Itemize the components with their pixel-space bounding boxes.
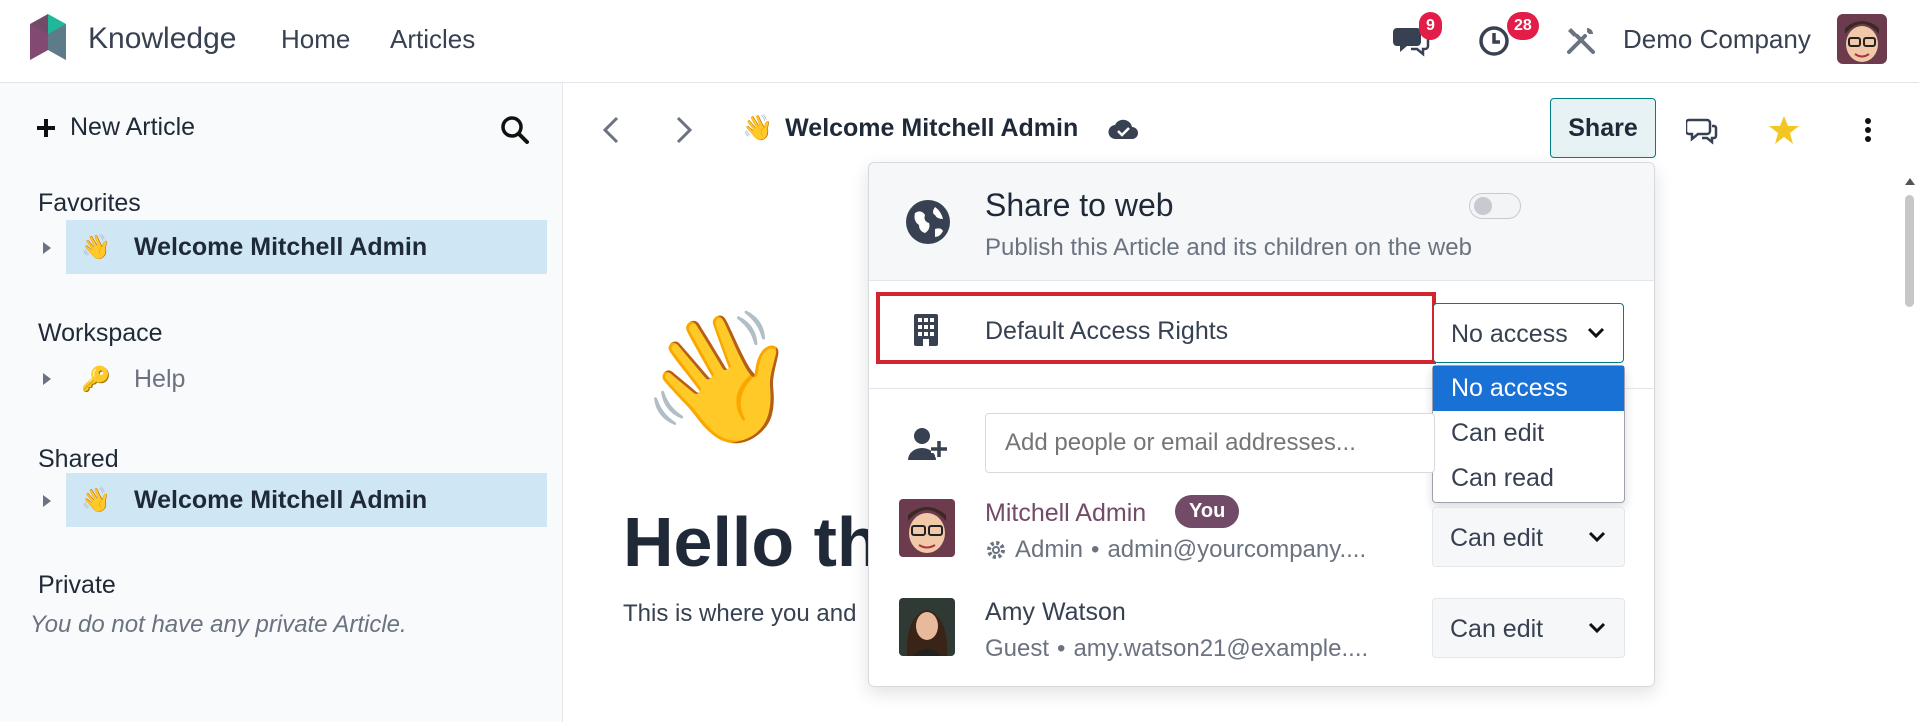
share-to-web-subtitle: Publish this Article and its children on…	[985, 234, 1472, 261]
article-title-text: Welcome Mitchell Admin	[785, 114, 1079, 142]
member-details: Admin • admin@yourcompany....	[985, 536, 1366, 564]
new-article-label: New Article	[70, 113, 196, 141]
shared-section-title: Shared	[38, 445, 119, 473]
chevron-down-icon	[1587, 327, 1605, 339]
member-permission-select[interactable]: Can edit	[1432, 507, 1625, 567]
app-name[interactable]: Knowledge	[88, 22, 236, 56]
member-permission-select[interactable]: Can edit	[1432, 598, 1625, 658]
messages-count-badge: 9	[1419, 12, 1442, 40]
scroll-up-arrow[interactable]	[1905, 178, 1915, 185]
private-section-title: Private	[38, 571, 116, 599]
separator-dot: •	[1091, 536, 1100, 563]
gear-icon	[987, 541, 1005, 559]
activities-button[interactable]: 28	[1477, 12, 1539, 58]
chevron-down-icon	[1588, 622, 1606, 634]
member-role: Guest	[985, 635, 1050, 662]
article-emoji: 👋	[81, 233, 111, 261]
sidebar: New Article Favorites 👋 Welcome Mitchell…	[0, 83, 563, 722]
favorites-section-title: Favorites	[38, 189, 141, 217]
member-name[interactable]: Amy Watson	[985, 598, 1126, 627]
option-can-read[interactable]: Can read	[1433, 456, 1624, 501]
workspace-section-title: Workspace	[38, 319, 163, 347]
main-scrollbar[interactable]	[1900, 175, 1919, 722]
forward-arrow-icon[interactable]	[672, 115, 696, 145]
tools-icon	[1567, 28, 1595, 54]
article-emoji: 👋	[81, 486, 111, 514]
member-avatar	[899, 499, 955, 557]
tree-item-label: Welcome Mitchell Admin	[134, 485, 428, 514]
share-popover: Share to web Publish this Article and it…	[868, 162, 1655, 687]
member-name[interactable]: Mitchell Admin	[985, 499, 1146, 528]
separator-dot: •	[1057, 635, 1066, 662]
shared-item-welcome[interactable]: 👋 Welcome Mitchell Admin	[66, 473, 547, 527]
plus-icon	[37, 118, 55, 137]
access-dropdown-menu: No access Can edit Can read	[1432, 365, 1625, 503]
caret-right-icon[interactable]	[40, 240, 54, 256]
comments-icon[interactable]	[1686, 114, 1718, 146]
share-button[interactable]: Share	[1550, 98, 1656, 158]
company-switcher[interactable]: Demo Company	[1623, 24, 1811, 55]
toggle-knob	[1474, 197, 1492, 215]
favorites-item-welcome[interactable]: 👋 Welcome Mitchell Admin	[66, 220, 547, 274]
select-value: Can edit	[1450, 524, 1544, 552]
share-to-web-toggle[interactable]	[1469, 193, 1521, 219]
invite-people-input[interactable]	[985, 413, 1435, 473]
settings-tools-button[interactable]	[1565, 24, 1597, 56]
article-body-text: This is where you and	[623, 600, 857, 627]
knowledge-logo-icon[interactable]	[30, 14, 66, 64]
avatar-icon	[899, 499, 955, 557]
caret-right-icon[interactable]	[40, 371, 54, 387]
article-emoji: 🔑	[81, 365, 111, 393]
you-badge: You	[1175, 495, 1240, 528]
chevron-down-icon	[1588, 531, 1606, 543]
messages-button[interactable]: 9	[1393, 12, 1442, 58]
tree-item-label: Help	[134, 364, 186, 393]
user-avatar-icon	[1837, 14, 1887, 64]
article-heading: Hello th	[623, 503, 880, 581]
member-details: Guest • amy.watson21@example....	[985, 635, 1368, 663]
globe-icon	[906, 200, 950, 244]
search-icon[interactable]	[500, 115, 530, 145]
select-value: Can edit	[1450, 615, 1544, 643]
share-to-web-title: Share to web	[985, 187, 1174, 223]
option-no-access[interactable]: No access	[1433, 366, 1624, 411]
share-to-web-section: Share to web Publish this Article and it…	[869, 163, 1654, 281]
member-avatar	[899, 598, 955, 656]
article-emoji: 👋	[742, 114, 774, 142]
top-navbar: Knowledge Home Articles 9 28 Demo Compan…	[0, 0, 1919, 83]
user-avatar[interactable]	[1837, 14, 1887, 64]
member-email: admin@yourcompany....	[1107, 536, 1367, 563]
new-article-button[interactable]: New Article	[36, 113, 195, 142]
workspace-item-help[interactable]: 🔑 Help	[66, 352, 547, 406]
article-breadcrumb-title[interactable]: 👋 Welcome Mitchell Admin	[742, 114, 1078, 143]
select-value: No access	[1451, 320, 1568, 348]
avatar-icon	[899, 598, 955, 656]
more-options-icon[interactable]	[1856, 114, 1880, 146]
option-can-edit[interactable]: Can edit	[1433, 411, 1624, 456]
highlight-annotation-box	[876, 292, 1436, 364]
article-cover-emoji: 👋	[640, 307, 800, 450]
default-access-select[interactable]: No access	[1433, 303, 1624, 363]
nav-home-link[interactable]: Home	[281, 24, 350, 55]
favorite-star-icon[interactable]	[1768, 114, 1800, 146]
activities-count-badge: 28	[1507, 12, 1539, 40]
scroll-thumb[interactable]	[1905, 195, 1914, 307]
add-user-icon	[908, 428, 947, 460]
member-email: amy.watson21@example....	[1073, 635, 1369, 662]
tree-item-label: Welcome Mitchell Admin	[134, 232, 428, 261]
cloud-saved-icon	[1108, 119, 1138, 140]
private-empty-text: You do not have any private Article.	[30, 611, 407, 638]
member-role: Admin	[1015, 536, 1084, 563]
nav-articles-link[interactable]: Articles	[390, 24, 475, 55]
caret-right-icon[interactable]	[40, 493, 54, 509]
back-arrow-icon[interactable]	[599, 115, 623, 145]
